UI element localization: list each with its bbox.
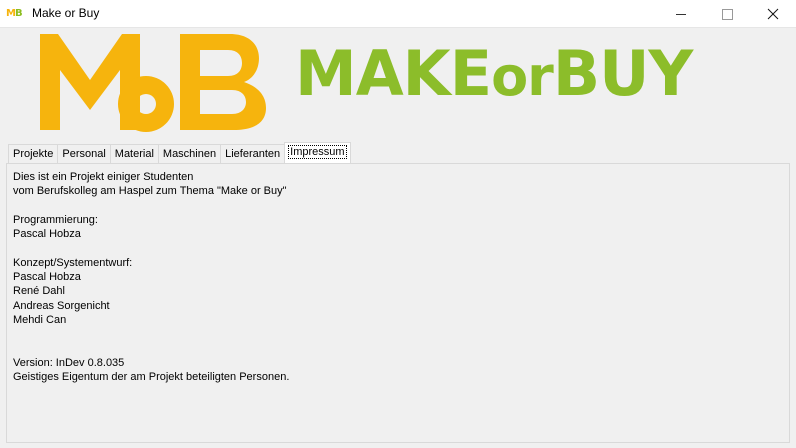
tab-projekte[interactable]: Projekte: [8, 144, 58, 163]
brand-wordmark: MAKEorBUY: [295, 37, 693, 113]
title-bar[interactable]: MB Make or Buy: [0, 0, 796, 28]
concept-person: Mehdi Can: [13, 313, 67, 326]
rights-text: Geistiges Eigentum der am Projekt beteil…: [13, 371, 290, 384]
concept-heading: Konzept/Systementwurf:: [13, 256, 133, 269]
mob-logo: [40, 34, 266, 132]
tab-lieferanten[interactable]: Lieferanten: [220, 144, 285, 163]
impressum-panel: Dies ist ein Projekt einiger Studenten v…: [6, 163, 790, 443]
minimize-button[interactable]: [658, 0, 704, 28]
close-icon: [767, 8, 779, 20]
tab-maschinen[interactable]: Maschinen: [157, 144, 221, 163]
window-title: Make or Buy: [32, 6, 100, 20]
concept-person: René Dahl: [13, 285, 65, 298]
concept-person: Pascal Hobza: [13, 271, 81, 284]
concept-person: Andreas Sorgenicht: [13, 299, 110, 312]
tab-impressum[interactable]: Impressum: [284, 142, 351, 163]
brand-or: or: [491, 45, 554, 108]
programming-heading: Programmierung:: [13, 213, 98, 226]
maximize-button[interactable]: [704, 0, 750, 28]
close-button[interactable]: [750, 0, 796, 28]
version-text: Version: InDev 0.8.035: [13, 356, 125, 369]
app-icon[interactable]: MB: [6, 7, 26, 20]
app-window: MB Make or Buy MAKEorBUY Projekte Person…: [0, 0, 796, 448]
minimize-icon: [676, 13, 686, 15]
intro-line-2: vom Berufskolleg am Haspel zum Thema "Ma…: [13, 185, 287, 198]
brand-buy: BUY: [552, 37, 693, 110]
tab-impressum-label: Impressum: [288, 145, 347, 159]
maximize-icon: [721, 8, 733, 20]
tab-bar: Projekte Personal Material Maschinen Lie…: [8, 142, 351, 163]
tab-personal[interactable]: Personal: [57, 144, 110, 163]
header-banner: MAKEorBUY: [0, 28, 796, 138]
impressum-content: Dies ist ein Projekt einiger Studenten v…: [13, 170, 289, 384]
programmer-name: Pascal Hobza: [13, 228, 81, 241]
intro-line-1: Dies ist ein Projekt einiger Studenten: [13, 171, 194, 183]
tab-material[interactable]: Material: [109, 144, 158, 163]
brand-make: MAKE: [295, 37, 492, 110]
